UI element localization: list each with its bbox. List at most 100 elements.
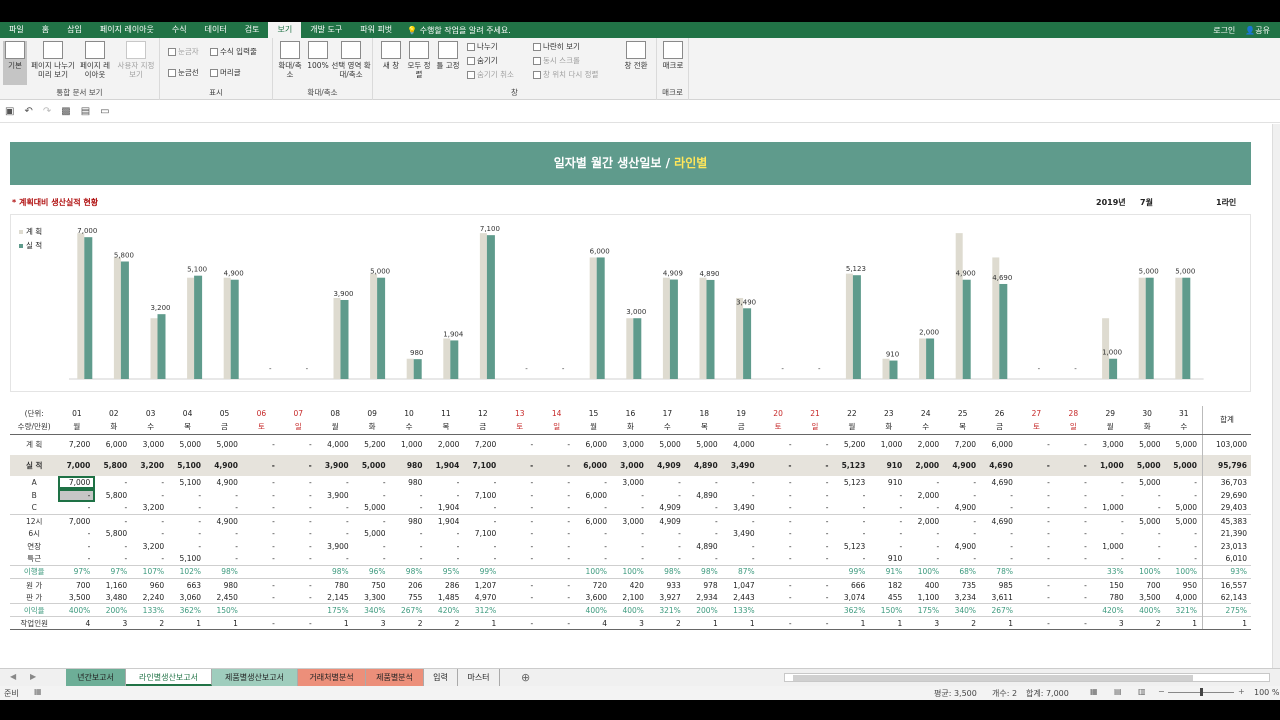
table-cell[interactable]: 3,000 <box>132 434 169 455</box>
table-cell[interactable]: - <box>870 540 907 553</box>
table-cell[interactable]: 2 <box>427 616 465 631</box>
table-cell[interactable]: 3,060 <box>169 591 206 604</box>
table-cell[interactable]: - <box>833 489 870 502</box>
table-cell[interactable]: - <box>1129 489 1166 502</box>
table-cell[interactable] <box>1017 565 1055 579</box>
table-cell[interactable]: 133% <box>132 603 170 617</box>
table-cell[interactable]: - <box>427 476 464 489</box>
table-cell[interactable]: 98% <box>648 565 686 579</box>
table-cell[interactable]: - <box>501 553 538 566</box>
table-cell[interactable]: 4,900 <box>206 513 243 528</box>
table-cell[interactable]: 3,900 <box>317 489 354 502</box>
table-cell[interactable]: - <box>1166 489 1203 502</box>
table-cell[interactable]: 286 <box>427 577 465 592</box>
table-cell[interactable]: 1,047 <box>722 577 760 592</box>
table-cell[interactable]: 5,000 <box>1129 434 1166 455</box>
reset-window-position-button[interactable]: 창 위치 다시 정렬 <box>533 70 598 80</box>
table-cell[interactable]: 2 <box>944 616 982 631</box>
table-cell[interactable]: - <box>649 540 686 553</box>
table-cell[interactable]: - <box>612 489 649 502</box>
table-cell[interactable]: - <box>1017 577 1055 592</box>
table-cell[interactable]: 960 <box>132 577 170 592</box>
table-cell[interactable]: - <box>760 540 797 553</box>
table-cell[interactable]: - <box>538 502 575 515</box>
table-cell[interactable]: - <box>501 616 539 631</box>
table-cell[interactable]: 980 <box>390 513 428 528</box>
table-cell[interactable]: - <box>833 553 870 566</box>
table-cell[interactable]: - <box>1129 553 1166 566</box>
table-cell[interactable]: - <box>944 553 981 566</box>
table-cell[interactable]: 7,100 <box>464 455 502 476</box>
table-cell[interactable]: - <box>833 513 871 528</box>
tab-developer[interactable]: 개발 도구 <box>301 22 351 38</box>
new-window-button[interactable]: 새 창 <box>377 41 405 85</box>
table-cell[interactable]: 6,000 <box>575 489 612 502</box>
table-cell[interactable]: 175% <box>907 603 945 617</box>
table-cell[interactable]: - <box>612 540 649 553</box>
table-cell[interactable]: - <box>1055 591 1092 604</box>
table-cell[interactable] <box>279 603 317 617</box>
bar-plan[interactable] <box>479 233 487 379</box>
table-cell[interactable]: 3,480 <box>95 591 132 604</box>
table-cell[interactable]: - <box>538 553 575 566</box>
table-cell[interactable]: 455 <box>870 591 907 604</box>
table-cell[interactable]: - <box>391 553 428 566</box>
table-cell[interactable]: - <box>575 476 612 489</box>
table-cell[interactable]: - <box>1092 489 1129 502</box>
bar-plan[interactable] <box>955 233 963 379</box>
table-cell[interactable]: - <box>354 540 391 553</box>
zoom-to-selection-button[interactable]: 선택 영역 확대/축소 <box>331 41 371 85</box>
sheet-tab-client-analysis[interactable]: 거래처별분석 <box>298 669 366 686</box>
table-cell[interactable]: - <box>538 513 576 528</box>
table-cell[interactable]: 267% <box>390 603 428 617</box>
table-cell[interactable]: 5,000 <box>353 455 391 476</box>
table-cell[interactable]: 4,000 <box>723 434 760 455</box>
table-cell[interactable]: - <box>1018 540 1055 553</box>
table-cell[interactable]: - <box>796 616 834 631</box>
table-cell[interactable]: 1 <box>981 616 1018 631</box>
table-cell[interactable]: - <box>1017 455 1055 476</box>
table-cell[interactable]: - <box>280 489 317 502</box>
bar-actual[interactable] <box>450 340 459 379</box>
table-cell[interactable]: - <box>169 489 206 502</box>
table-cell[interactable] <box>759 565 797 579</box>
table-cell[interactable]: - <box>1055 489 1092 502</box>
table-cell[interactable]: - <box>58 540 95 553</box>
table-cell[interactable]: 420 <box>612 577 649 592</box>
table-cell[interactable]: - <box>1092 476 1129 489</box>
table-cell[interactable]: - <box>538 577 576 592</box>
table-cell[interactable]: 7,200 <box>944 434 981 455</box>
table-cell[interactable]: - <box>280 553 317 566</box>
table-cell[interactable]: 98% <box>390 565 428 579</box>
table-cell[interactable]: 87% <box>722 565 760 579</box>
row-total[interactable]: 103,000 <box>1202 434 1251 455</box>
table-cell[interactable]: - <box>760 502 797 515</box>
table-cell[interactable]: - <box>1018 591 1055 604</box>
table-cell[interactable]: 400% <box>612 603 649 617</box>
table-cell[interactable]: - <box>575 502 612 515</box>
table-cell[interactable]: - <box>353 513 391 528</box>
table-cell[interactable]: 206 <box>390 577 428 592</box>
table-cell[interactable]: - <box>649 489 686 502</box>
table-cell[interactable]: 5,800 <box>95 527 132 540</box>
table-cell[interactable]: - <box>981 540 1018 553</box>
table-cell[interactable]: - <box>501 527 538 540</box>
table-cell[interactable]: - <box>797 540 834 553</box>
table-cell[interactable]: 420% <box>1091 603 1129 617</box>
table-cell[interactable]: 2,000 <box>907 513 945 528</box>
table-cell[interactable]: 3,234 <box>944 591 981 604</box>
table-cell[interactable]: - <box>1054 455 1092 476</box>
table-cell[interactable]: - <box>279 455 317 476</box>
tab-data[interactable]: 데이터 <box>196 22 236 38</box>
table-cell[interactable] <box>1054 603 1092 617</box>
table-cell[interactable]: 6,000 <box>981 434 1018 455</box>
table-cell[interactable]: - <box>796 455 834 476</box>
horizontal-scroll-thumb[interactable] <box>793 675 1193 681</box>
table-cell[interactable]: 400% <box>1128 603 1166 617</box>
table-cell[interactable]: 985 <box>981 577 1018 592</box>
table-cell[interactable]: - <box>760 476 797 489</box>
table-cell[interactable]: 98% <box>206 565 243 579</box>
table-cell[interactable]: 5,123 <box>833 476 870 489</box>
table-cell[interactable]: 1 <box>870 616 908 631</box>
table-cell[interactable]: - <box>501 502 538 515</box>
